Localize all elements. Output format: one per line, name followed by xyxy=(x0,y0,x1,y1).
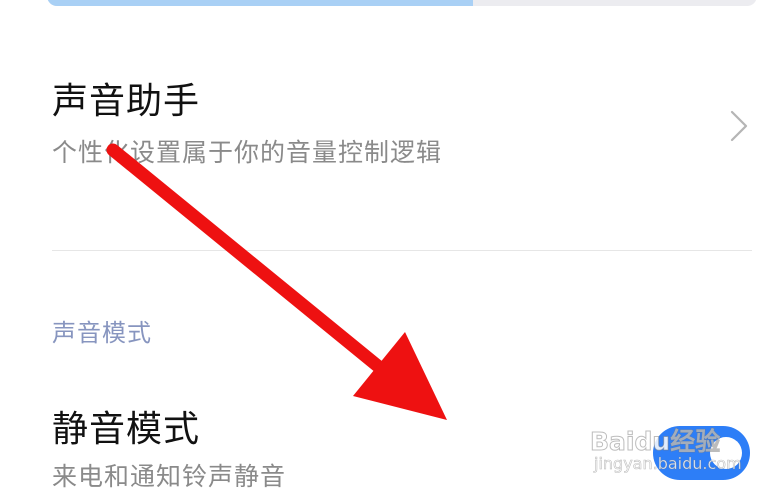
sound-mode-section-header: 声音模式 xyxy=(52,319,152,347)
silent-mode-subtitle: 来电和通知铃声静音 xyxy=(52,462,287,491)
silent-mode-row[interactable]: 静音模式 来电和通知铃声静音 xyxy=(52,410,752,496)
sound-assistant-row[interactable]: 声音助手 个性化设置属于你的音量控制逻辑 xyxy=(52,82,752,178)
silent-mode-title: 静音模式 xyxy=(52,409,201,450)
toggle-knob xyxy=(710,437,742,469)
chevron-right-icon xyxy=(730,110,748,142)
top-slider-track[interactable] xyxy=(47,0,757,6)
top-slider-fill xyxy=(47,0,473,6)
divider xyxy=(52,250,752,251)
sound-assistant-subtitle: 个性化设置属于你的音量控制逻辑 xyxy=(52,138,443,167)
silent-mode-toggle[interactable] xyxy=(653,426,750,480)
sound-assistant-title: 声音助手 xyxy=(52,81,201,122)
